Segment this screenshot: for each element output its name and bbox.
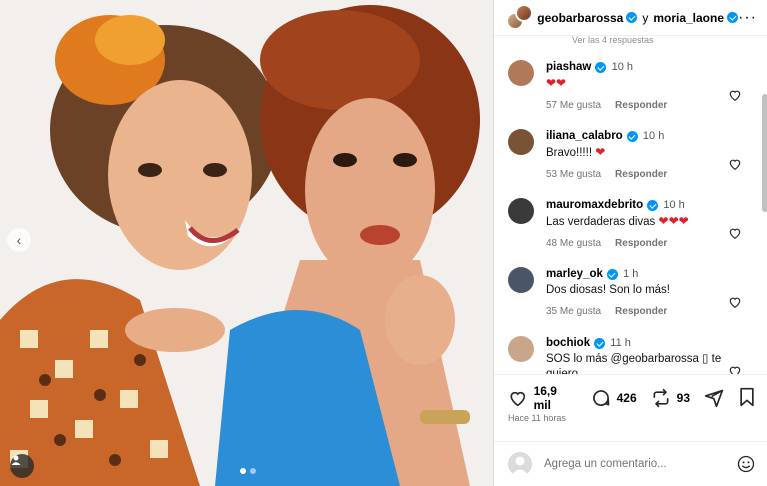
comment-text: Dos diosas! Son lo más! [546,284,671,296]
red-heart-icon: ❤❤ [546,76,567,90]
user-icon [511,456,529,476]
verified-badge-icon [626,131,638,142]
post-side-panel: geobarbarossa y moria_laone ··· Ver las … [493,0,767,486]
comment-text: Las verdaderas divas ❤❤❤ [546,214,689,228]
like-button[interactable]: 16,9 mil [508,384,577,412]
comment-item: marley_ok 1 h Dos diosas! Son lo más! 35… [494,255,767,324]
current-user-avatar [508,452,532,476]
verified-badge-icon [727,12,739,23]
red-heart-icon: ❤ [595,145,606,159]
likes-count: 16,9 mil [533,384,557,412]
share-button[interactable] [704,388,724,408]
like-comment-heart-icon[interactable] [728,157,742,171]
reply-button[interactable]: Responder [615,236,667,251]
comments-list[interactable]: Ver las 4 respuestas piashaw 10 h ❤❤ 57 … [494,36,767,374]
comment-button[interactable]: 426 [591,388,637,408]
repost-icon [653,388,669,408]
reply-button[interactable]: Responder [615,167,667,182]
posted-time[interactable]: Hace 11 horas [494,413,767,423]
post-photo: ‹ [0,0,493,486]
comments-count: 426 [616,391,637,405]
view-replies-link[interactable]: Ver las 4 respuestas [494,36,767,48]
comment-likes[interactable]: 35 Me gusta [546,304,601,319]
comment-avatar[interactable] [508,60,534,86]
comment-item: bochiok 11 h SOS lo más @geobarbarossa ▯… [494,324,767,374]
more-options-icon[interactable]: ··· [738,9,757,27]
post-image [0,0,493,486]
post-header: geobarbarossa y moria_laone ··· [494,0,767,36]
add-comment-bar [494,441,767,486]
emoji-icon[interactable] [736,454,756,474]
tagged-users-button[interactable] [10,454,34,478]
carousel-dots [240,468,256,474]
comment-avatar[interactable] [508,267,534,293]
verified-badge-icon [595,62,607,73]
comment-time: 10 h [642,130,665,142]
comment-username[interactable]: iliana_calabro [546,129,638,144]
save-button[interactable] [738,387,756,410]
post-actions: 16,9 mil 426 93 Hace 11 horas [494,374,767,423]
comment-likes[interactable]: 57 Me gusta [546,98,601,113]
comment-username[interactable]: mauromaxdebrito [546,198,659,213]
comment-avatar[interactable] [508,336,534,362]
comment-time: 11 h [610,337,631,349]
carousel-dot [250,468,256,474]
collab-avatars[interactable] [506,3,533,32]
comment-item: piashaw 10 h ❤❤ 57 Me gusta Responder [494,48,767,117]
author-username-1[interactable]: geobarbarossa [537,11,623,25]
carousel-dot [240,468,246,474]
comment-time: 10 h [663,199,685,211]
comment-username[interactable]: piashaw [546,60,607,75]
comment-text: ❤❤ [546,76,756,92]
comment-username[interactable]: bochiok [546,336,606,351]
user-icon [11,455,21,465]
comment-likes[interactable]: 53 Me gusta [546,167,601,182]
comment-time: 1 h [623,268,639,280]
comment-avatar[interactable] [508,129,534,155]
comment-username[interactable]: marley_ok [546,267,618,282]
verified-badge-icon [626,12,638,23]
heart-icon [510,391,526,407]
comment-bubble-icon [592,390,609,406]
reposts-count: 93 [676,391,690,405]
authors-conjunction: y [642,10,649,25]
like-comment-heart-icon[interactable] [728,226,742,240]
like-comment-heart-icon[interactable] [728,295,742,309]
like-comment-heart-icon[interactable] [728,88,742,102]
comment-text: SOS lo más @geobarbarossa ▯ te quiero [546,353,722,374]
comment-text: Bravo!!!!! ❤ [546,145,606,159]
previous-image-button[interactable]: ‹ [7,228,31,252]
like-comment-heart-icon[interactable] [728,364,742,374]
bookmark-icon [740,387,754,406]
red-heart-icon: ❤❤❤ [658,214,689,228]
reply-button[interactable]: Responder [615,304,667,319]
send-icon [704,389,724,408]
verified-badge-icon [647,200,659,211]
avatar [515,3,533,22]
comment-avatar[interactable] [508,198,534,224]
repost-button[interactable]: 93 [651,388,690,408]
comments-scrollbar[interactable] [762,94,767,212]
comment-time: 10 h [611,61,634,73]
post-authors: geobarbarossa y moria_laone [537,10,739,25]
comment-item: iliana_calabro 10 h Bravo!!!!! ❤ 53 Me g… [494,117,767,186]
verified-badge-icon [606,269,618,280]
comment-item: mauromaxdebrito 10 h Las verdaderas diva… [494,186,767,255]
reply-button[interactable]: Responder [615,98,667,113]
author-username-2[interactable]: moria_laone [653,11,724,25]
verified-badge-icon [594,338,606,349]
comment-likes[interactable]: 48 Me gusta [546,236,601,251]
chevron-left-icon: ‹ [16,232,22,248]
comment-input[interactable] [544,458,736,470]
